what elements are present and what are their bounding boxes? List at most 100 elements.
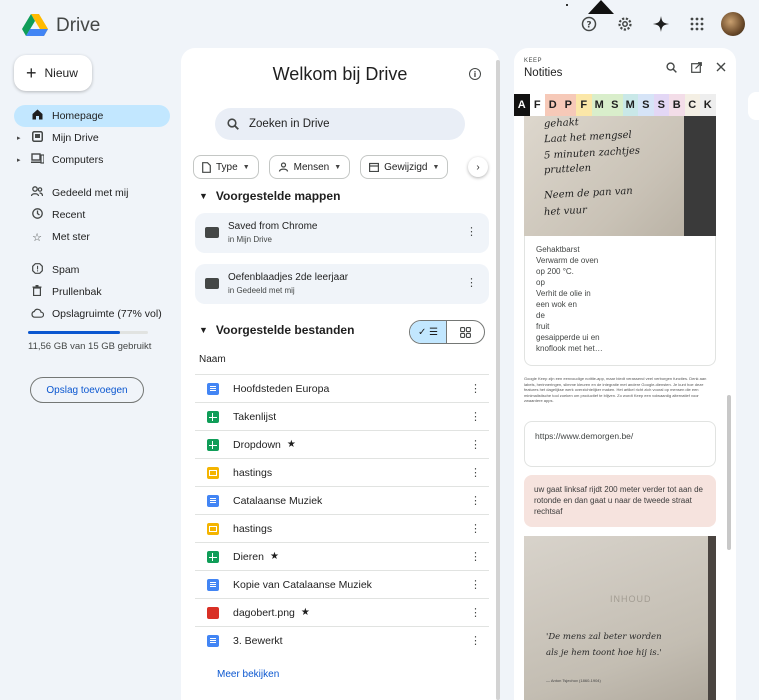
letter-tab[interactable]: M bbox=[591, 94, 607, 116]
note-text-line: Verhit de olie in bbox=[536, 289, 591, 298]
keep-scrollbar[interactable] bbox=[727, 395, 731, 550]
caret-right-icon[interactable]: ▸ bbox=[17, 134, 21, 142]
book-quote-line: als je hem toont hoe hij is.' bbox=[546, 648, 662, 658]
folder-card[interactable]: Oefenblaadjes 2de leerjaar in Gedeeld me… bbox=[195, 264, 489, 304]
caret-right-icon[interactable]: ▸ bbox=[17, 156, 21, 164]
sidebar-item-trash[interactable]: Prullenbak bbox=[14, 281, 170, 303]
info-icon[interactable]: i bbox=[469, 68, 481, 80]
more-vert-icon[interactable]: ⋮ bbox=[470, 382, 481, 395]
sidebar-item-computers[interactable]: ▸ Computers bbox=[14, 149, 170, 171]
search-input[interactable]: Zoeken in Drive bbox=[215, 108, 465, 140]
letter-tab[interactable]: K bbox=[700, 94, 716, 116]
column-header-name[interactable]: Naam bbox=[199, 354, 226, 365]
note-text-line: fruit bbox=[536, 322, 550, 331]
search-icon[interactable] bbox=[666, 62, 677, 73]
drive-logo-icon[interactable] bbox=[22, 14, 48, 36]
app-title[interactable]: Drive bbox=[56, 15, 100, 37]
sidebar-item-starred[interactable]: ☆ Met ster bbox=[14, 226, 170, 248]
avatar[interactable] bbox=[721, 12, 745, 36]
filter-type-chip[interactable]: Type ▼ bbox=[193, 155, 259, 179]
file-name: Hoofdsteden Europa bbox=[233, 382, 330, 395]
open-in-new-icon[interactable] bbox=[691, 62, 702, 73]
chevron-right-icon[interactable]: › bbox=[468, 157, 488, 177]
close-icon[interactable] bbox=[716, 62, 726, 72]
my-drive-icon bbox=[28, 131, 46, 145]
google-sheets-icon bbox=[207, 438, 219, 451]
letter-tab[interactable]: C bbox=[684, 94, 700, 116]
more-vert-icon[interactable]: ⋮ bbox=[470, 494, 481, 507]
sidebar-item-recent[interactable]: Recent bbox=[14, 204, 170, 226]
help-icon[interactable]: ? bbox=[577, 12, 601, 36]
letter-tab[interactable]: S bbox=[607, 94, 623, 116]
filter-modified-chip[interactable]: Gewijzigd ▼ bbox=[360, 155, 449, 179]
more-vert-icon[interactable]: ⋮ bbox=[466, 225, 477, 238]
note-book-image[interactable]: INHOUD 'De mens zal beter worden als je … bbox=[524, 536, 716, 700]
letter-tab[interactable]: A bbox=[514, 94, 530, 116]
note-handwriting-image[interactable]: gehakt Laat het mengsel 5 minuten zachtj… bbox=[524, 116, 716, 236]
table-row[interactable]: hastings ⋮ bbox=[195, 458, 489, 486]
sidebar-item-homepage[interactable]: Homepage bbox=[14, 105, 170, 127]
note-text-line: gesaipperde ui en bbox=[536, 333, 600, 342]
suggested-folders-header[interactable]: ▼ Voorgestelde mappen bbox=[199, 189, 340, 203]
more-vert-icon[interactable]: ⋮ bbox=[470, 410, 481, 423]
sidebar-item-shared[interactable]: Gedeeld met mij bbox=[14, 182, 170, 204]
new-button[interactable]: + Nieuw bbox=[14, 55, 92, 91]
more-vert-icon[interactable]: ⋮ bbox=[470, 578, 481, 591]
sidebar-item-label: Mijn Drive bbox=[52, 132, 99, 144]
star-filled-icon: ★ bbox=[269, 551, 279, 562]
table-row[interactable]: Takenlijst ⋮ bbox=[195, 402, 489, 430]
grid-view-button[interactable] bbox=[447, 321, 484, 343]
letter-tab[interactable]: M bbox=[622, 94, 638, 116]
sidebar-item-my-drive[interactable]: ▸ Mijn Drive bbox=[14, 127, 170, 149]
gear-icon[interactable] bbox=[613, 12, 637, 36]
book-heading: INHOUD bbox=[610, 594, 652, 604]
filter-people-chip[interactable]: Mensen ▼ bbox=[268, 155, 351, 179]
more-vert-icon[interactable]: ⋮ bbox=[470, 522, 481, 535]
more-vert-icon[interactable]: ⋮ bbox=[470, 438, 481, 451]
note-text-line: Gehaktbarst bbox=[536, 245, 580, 254]
table-row[interactable]: dagobert.png ★ ⋮ bbox=[195, 598, 489, 626]
more-vert-icon[interactable]: ⋮ bbox=[466, 276, 477, 289]
table-row[interactable]: Dropdown ★ ⋮ bbox=[195, 430, 489, 458]
note-card-route[interactable]: uw gaat linksaf rijdt 200 meter verder t… bbox=[524, 475, 716, 527]
main-panel: Welkom bij Drive i Zoeken in Drive Type … bbox=[181, 48, 499, 700]
letter-tab[interactable]: S bbox=[653, 94, 669, 116]
letter-tab[interactable]: S bbox=[638, 94, 654, 116]
book-quote-line: 'De mens zal beter worden bbox=[546, 632, 662, 642]
sidebar-item-label: Prullenbak bbox=[52, 286, 102, 298]
note-small-text[interactable]: Google Keep zijn een eenvoudige notitie-… bbox=[524, 376, 718, 404]
see-more-link[interactable]: Meer bekijken bbox=[217, 669, 279, 680]
section-title: Voorgestelde bestanden bbox=[215, 323, 355, 337]
table-row[interactable]: Catalaanse Muziek ⋮ bbox=[195, 486, 489, 514]
letter-tab[interactable]: F bbox=[576, 94, 592, 116]
file-name: Takenlijst bbox=[233, 410, 277, 423]
letter-tab[interactable]: B bbox=[669, 94, 685, 116]
suggested-files-header[interactable]: ▼ Voorgestelde bestanden bbox=[199, 323, 354, 337]
top-icons: ? bbox=[577, 12, 745, 36]
letter-tab[interactable]: P bbox=[560, 94, 576, 116]
table-row[interactable]: 3. Bewerkt ⋮ bbox=[195, 626, 489, 654]
sidebar-item-spam[interactable]: Spam bbox=[14, 259, 170, 281]
note-card[interactable]: Gehaktbarst Verwarm de oven op 200 °C. o… bbox=[524, 236, 716, 366]
add-storage-button[interactable]: Opslag toevoegen bbox=[30, 377, 144, 403]
table-row[interactable]: hastings ⋮ bbox=[195, 514, 489, 542]
letter-tab[interactable]: F bbox=[529, 94, 545, 116]
table-row[interactable]: Dieren ★ ⋮ bbox=[195, 542, 489, 570]
note-card-url[interactable]: https://www.demorgen.be/ bbox=[524, 421, 716, 467]
more-vert-icon[interactable]: ⋮ bbox=[470, 550, 481, 563]
table-row[interactable]: Kopie van Catalaanse Muziek ⋮ bbox=[195, 570, 489, 598]
apps-grid-icon[interactable] bbox=[685, 12, 709, 36]
more-vert-icon[interactable]: ⋮ bbox=[470, 634, 481, 647]
more-vert-icon[interactable]: ⋮ bbox=[470, 606, 481, 619]
folder-card[interactable]: Saved from Chrome in Mijn Drive ⋮ bbox=[195, 213, 489, 253]
book-attribution: — Anton Tsjechov (1860-1904) bbox=[546, 678, 601, 683]
table-row[interactable]: Hoofdsteden Europa ⋮ bbox=[195, 374, 489, 402]
letter-tab[interactable]: D bbox=[545, 94, 561, 116]
star-icon: ☆ bbox=[32, 231, 42, 244]
side-panel-tab[interactable] bbox=[748, 92, 759, 120]
more-vert-icon[interactable]: ⋮ bbox=[470, 466, 481, 479]
list-view-button[interactable]: ✓ ☰ bbox=[410, 321, 448, 343]
sparkle-icon[interactable] bbox=[649, 12, 673, 36]
sidebar-item-storage[interactable]: Opslagruimte (77% vol) bbox=[14, 303, 170, 325]
main-scrollbar[interactable] bbox=[496, 60, 500, 700]
